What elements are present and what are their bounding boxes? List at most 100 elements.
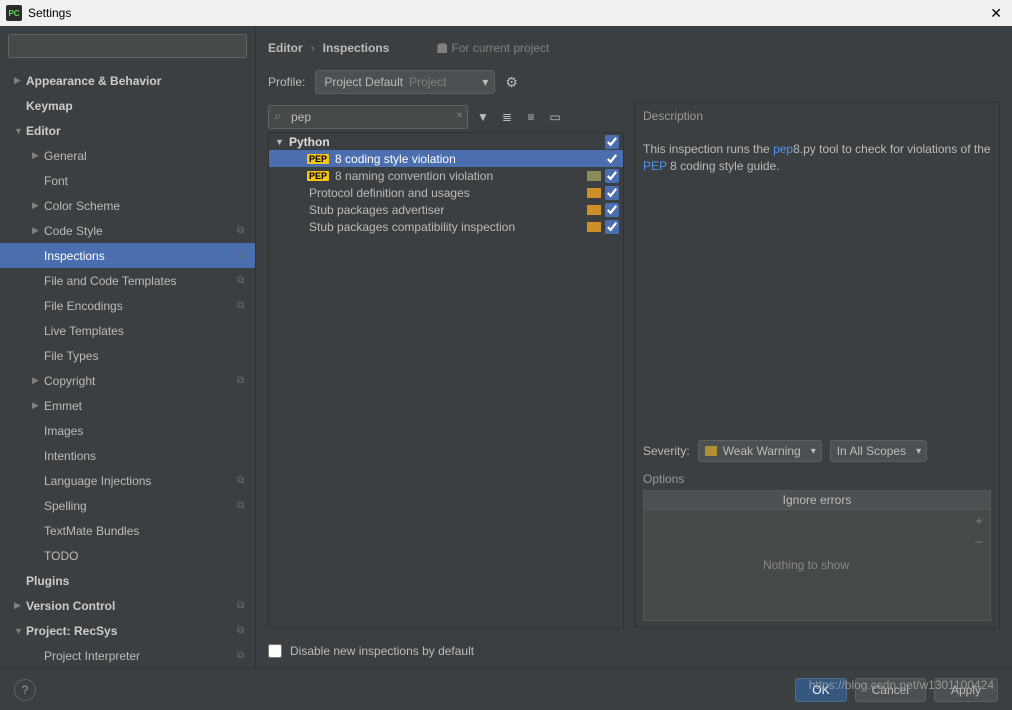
sidebar-item-label: Project: RecSys [26, 624, 237, 638]
sidebar-item-code-style[interactable]: ▶ Code Style ⧉ [0, 218, 255, 243]
inspection-search-input[interactable] [268, 105, 468, 129]
inspection-checkbox[interactable] [605, 169, 619, 183]
sidebar-item-project-interpreter[interactable]: ▶ Project Interpreter ⧉ [0, 643, 255, 668]
chevron-down-icon: ▼ [275, 137, 287, 147]
disable-new-label: Disable new inspections by default [290, 644, 474, 658]
inspection-group-python[interactable]: ▼ Python [269, 133, 623, 150]
severity-swatch [587, 171, 601, 181]
inspection-tree[interactable]: ▼ Python PEP 8 coding style violation PE… [268, 132, 624, 628]
sidebar-item-file-types[interactable]: ▶ File Types [0, 343, 255, 368]
cancel-button[interactable]: Cancel [855, 678, 926, 702]
sidebar-item-general[interactable]: ▶ General [0, 143, 255, 168]
disable-row: Disable new inspections by default [268, 634, 1000, 668]
sidebar-item-todo[interactable]: ▶ TODO [0, 543, 255, 568]
pep-badge: PEP [307, 171, 329, 181]
gear-icon[interactable]: ⚙ [505, 74, 518, 91]
project-scope-icon: ⧉ [237, 225, 255, 236]
disable-new-checkbox[interactable] [268, 644, 282, 658]
project-scope-icon: ⧉ [237, 475, 255, 486]
severity-swatch [587, 205, 601, 215]
inspection-checkbox[interactable] [605, 186, 619, 200]
ok-button[interactable]: OK [795, 678, 846, 702]
inspection-item[interactable]: Stub packages advertiser [269, 201, 623, 218]
sidebar-search-input[interactable] [8, 34, 247, 58]
sidebar-item-label: Intentions [44, 449, 255, 463]
sidebar-item-label: Version Control [26, 599, 237, 613]
inspection-item[interactable]: Stub packages compatibility inspection [269, 218, 623, 235]
app-icon: PC [6, 5, 22, 21]
filter-icon[interactable]: ▼ [474, 110, 492, 124]
sidebar-item-appearance-behavior[interactable]: ▶ Appearance & Behavior [0, 68, 255, 93]
breadcrumb: Editor › Inspections For current project [268, 34, 1000, 62]
sidebar-item-label: Font [44, 174, 255, 188]
inspection-label: 8 coding style violation [333, 152, 587, 166]
options-label: Options [643, 472, 991, 486]
remove-icon[interactable]: – [976, 534, 983, 548]
sidebar-item-spelling[interactable]: ▶ Spelling ⧉ [0, 493, 255, 518]
sidebar-item-plugins[interactable]: ▶ Plugins [0, 568, 255, 593]
sidebar-item-copyright[interactable]: ▶ Copyright ⧉ [0, 368, 255, 393]
sidebar-item-project-recsys[interactable]: ▼ Project: RecSys ⧉ [0, 618, 255, 643]
chevron-icon: ▶ [32, 400, 44, 411]
severity-label: Severity: [643, 444, 690, 458]
inspection-item[interactable]: PEP 8 naming convention violation [269, 167, 623, 184]
inspection-item[interactable]: Protocol definition and usages [269, 184, 623, 201]
chevron-icon: ▼ [14, 626, 26, 636]
sidebar-item-file-encodings[interactable]: ▶ File Encodings ⧉ [0, 293, 255, 318]
description-label: Description [643, 109, 991, 123]
sidebar-item-emmet[interactable]: ▶ Emmet [0, 393, 255, 418]
add-icon[interactable]: + [975, 514, 982, 528]
apply-button[interactable]: Apply [934, 678, 998, 702]
sidebar-item-font[interactable]: ▶ Font [0, 168, 255, 193]
inspection-checkbox[interactable] [605, 152, 619, 166]
sidebar-item-label: Inspections [44, 249, 237, 263]
description-text: This inspection runs the pep8.py tool to… [643, 141, 991, 175]
sidebar-item-textmate-bundles[interactable]: ▶ TextMate Bundles [0, 518, 255, 543]
inspection-checkbox[interactable] [605, 220, 619, 234]
profile-dropdown[interactable]: Project Default Project [315, 70, 495, 94]
sidebar-item-label: Copyright [44, 374, 237, 388]
inspection-checkbox[interactable] [605, 203, 619, 217]
help-icon[interactable]: ? [14, 679, 36, 701]
clear-icon[interactable]: × [456, 108, 463, 122]
sidebar-item-label: TODO [44, 549, 255, 563]
inspection-toolbar: × ▼ ≣ ≡ ▭ [268, 102, 624, 132]
options-empty: Nothing to show [644, 510, 968, 620]
crumb-inspections: Inspections [323, 41, 390, 55]
project-scope-icon: ⧉ [237, 500, 255, 511]
group-checkbox[interactable] [605, 135, 619, 149]
inspection-label: 8 naming convention violation [333, 169, 587, 183]
settings-sidebar: ▶ Appearance & Behavior ▶ Keymap ▼ Edito… [0, 26, 256, 668]
chevron-icon: ▶ [14, 75, 26, 86]
sidebar-item-inspections[interactable]: ▶ Inspections ⧉ [0, 243, 255, 268]
reset-icon[interactable]: ▭ [546, 110, 564, 124]
sidebar-item-color-scheme[interactable]: ▶ Color Scheme [0, 193, 255, 218]
profile-row: Profile: Project Default Project ⚙ [268, 62, 1000, 102]
collapse-icon[interactable]: ≡ [522, 110, 540, 124]
sidebar-item-label: Appearance & Behavior [26, 74, 255, 88]
expand-icon[interactable]: ≣ [498, 110, 516, 124]
severity-swatch [705, 446, 717, 456]
settings-content: Editor › Inspections For current project… [256, 26, 1012, 668]
project-scope-icon: ⧉ [237, 375, 255, 386]
sidebar-item-intentions[interactable]: ▶ Intentions [0, 443, 255, 468]
sidebar-item-editor[interactable]: ▼ Editor [0, 118, 255, 143]
chevron-icon: ▶ [32, 225, 44, 236]
inspection-details: Description This inspection runs the pep… [634, 102, 1000, 628]
sidebar-item-language-injections[interactable]: ▶ Language Injections ⧉ [0, 468, 255, 493]
close-icon[interactable]: ✕ [986, 5, 1006, 22]
scope-dropdown[interactable]: In All Scopes [830, 440, 927, 462]
inspection-label: Protocol definition and usages [307, 186, 587, 200]
chevron-icon: ▶ [32, 150, 44, 161]
sidebar-item-label: Code Style [44, 224, 237, 238]
sidebar-item-file-and-code-templates[interactable]: ▶ File and Code Templates ⧉ [0, 268, 255, 293]
dialog-footer: ? OK Cancel Apply [0, 668, 1012, 710]
sidebar-item-live-templates[interactable]: ▶ Live Templates [0, 318, 255, 343]
settings-tree[interactable]: ▶ Appearance & Behavior ▶ Keymap ▼ Edito… [0, 66, 255, 668]
sidebar-item-version-control[interactable]: ▶ Version Control ⧉ [0, 593, 255, 618]
severity-dropdown[interactable]: Weak Warning [698, 440, 822, 462]
crumb-editor[interactable]: Editor [268, 41, 303, 55]
sidebar-item-images[interactable]: ▶ Images [0, 418, 255, 443]
inspection-item[interactable]: PEP 8 coding style violation [269, 150, 623, 167]
sidebar-item-keymap[interactable]: ▶ Keymap [0, 93, 255, 118]
